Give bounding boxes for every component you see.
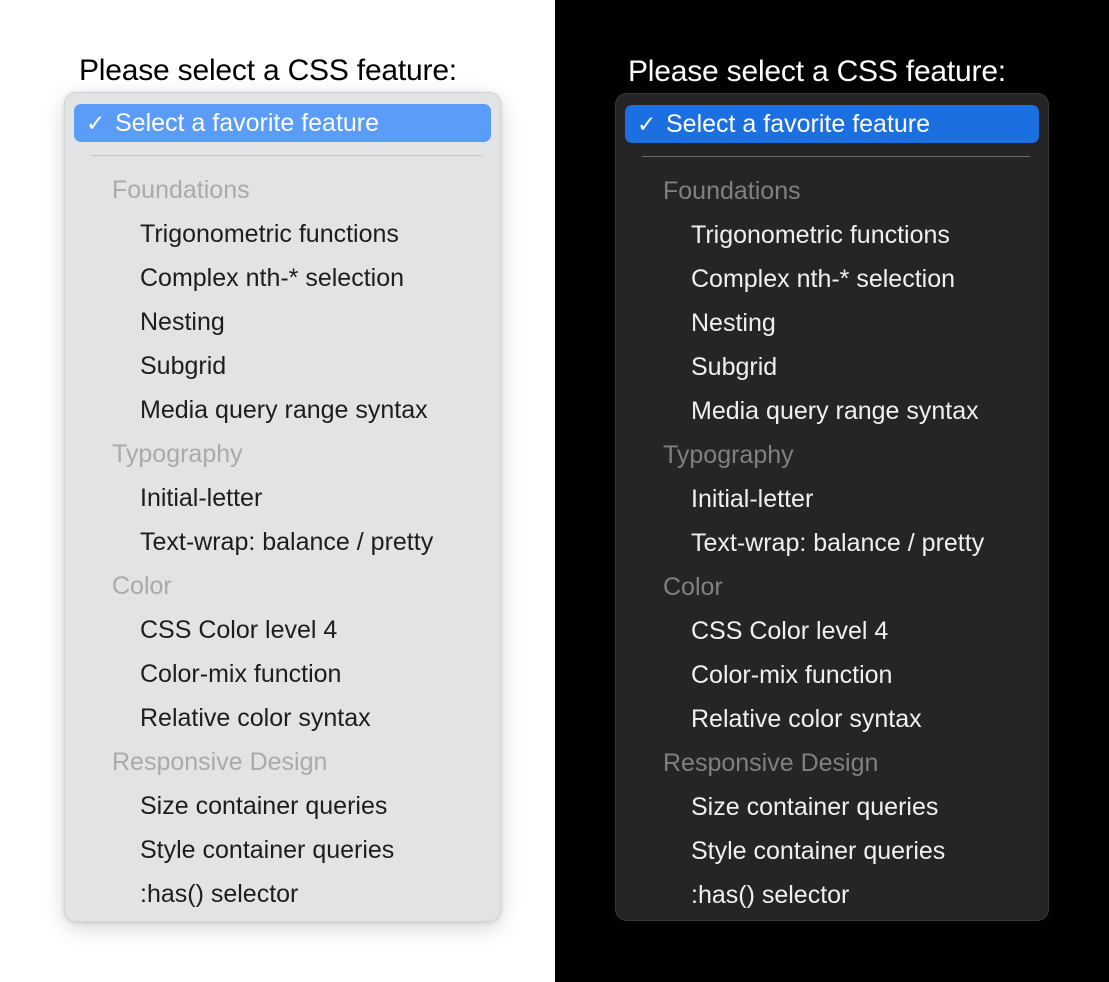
option-item[interactable]: Color-mix function (616, 653, 1048, 697)
comparison-stage: Please select a CSS feature: ✓ Select a … (0, 0, 1109, 982)
select-dropdown-popup-dark[interactable]: ✓ Select a favorite feature Foundations T… (615, 93, 1049, 921)
optgroup-label: Color (663, 573, 723, 601)
dark-theme-pane: Please select a CSS feature: ✓ Select a … (555, 0, 1109, 982)
selected-option-label: Select a favorite feature (115, 108, 380, 137)
optgroup-label: Responsive Design (663, 749, 879, 777)
option-item[interactable]: CSS Color level 4 (616, 609, 1048, 653)
option-item[interactable]: Size container queries (616, 785, 1048, 829)
option-item[interactable]: Initial-letter (616, 477, 1048, 521)
option-item[interactable]: Complex nth-* selection (616, 257, 1048, 301)
option-item[interactable]: Media query range syntax (65, 388, 500, 432)
selected-option-label: Select a favorite feature (666, 109, 931, 138)
selected-option-row[interactable]: ✓ Select a favorite feature (625, 105, 1039, 143)
option-item[interactable]: CSS Color level 4 (65, 608, 500, 652)
option-item[interactable]: :has() selector (65, 872, 500, 916)
optgroup-label: Color (112, 572, 172, 600)
option-item[interactable]: Complex nth-* selection (65, 256, 500, 300)
optgroup-label: Typography (663, 441, 794, 469)
option-item[interactable]: Text-wrap: balance / pretty (65, 520, 500, 564)
option-item[interactable]: Size container queries (65, 784, 500, 828)
option-item[interactable]: :has() selector (616, 873, 1048, 917)
option-item[interactable]: Text-wrap: balance / pretty (616, 521, 1048, 565)
option-item[interactable]: Trigonometric functions (65, 212, 500, 256)
option-item[interactable]: Color-mix function (65, 652, 500, 696)
option-item[interactable]: Nesting (616, 301, 1048, 345)
option-item[interactable]: Relative color syntax (65, 696, 500, 740)
option-item[interactable]: Trigonometric functions (616, 213, 1048, 257)
page-title: Please select a CSS feature: (79, 54, 457, 87)
option-item[interactable]: Nesting (65, 300, 500, 344)
selected-option-row[interactable]: ✓ Select a favorite feature (74, 104, 491, 142)
menu-separator (91, 155, 482, 156)
page-title: Please select a CSS feature: (628, 55, 1006, 88)
optgroup-label: Typography (112, 440, 243, 468)
option-item[interactable]: Subgrid (65, 344, 500, 388)
option-list: Foundations Trigonometric functions Comple… (65, 168, 500, 916)
checkmark-icon: ✓ (86, 109, 106, 136)
option-item[interactable]: Initial-letter (65, 476, 500, 520)
menu-separator (642, 156, 1030, 157)
option-item[interactable]: Style container queries (616, 829, 1048, 873)
option-item[interactable]: Subgrid (616, 345, 1048, 389)
optgroup-label: Responsive Design (112, 748, 328, 776)
light-theme-pane: Please select a CSS feature: ✓ Select a … (0, 0, 555, 982)
option-item[interactable]: Media query range syntax (616, 389, 1048, 433)
option-item[interactable]: Style container queries (65, 828, 500, 872)
checkmark-icon: ✓ (637, 110, 657, 137)
optgroup-label: Foundations (112, 176, 250, 204)
optgroup-label: Foundations (663, 177, 801, 205)
select-dropdown-popup-light[interactable]: ✓ Select a favorite feature Foundations T… (64, 92, 501, 922)
option-item[interactable]: Relative color syntax (616, 697, 1048, 741)
option-list: Foundations Trigonometric functions Comple… (616, 169, 1048, 917)
